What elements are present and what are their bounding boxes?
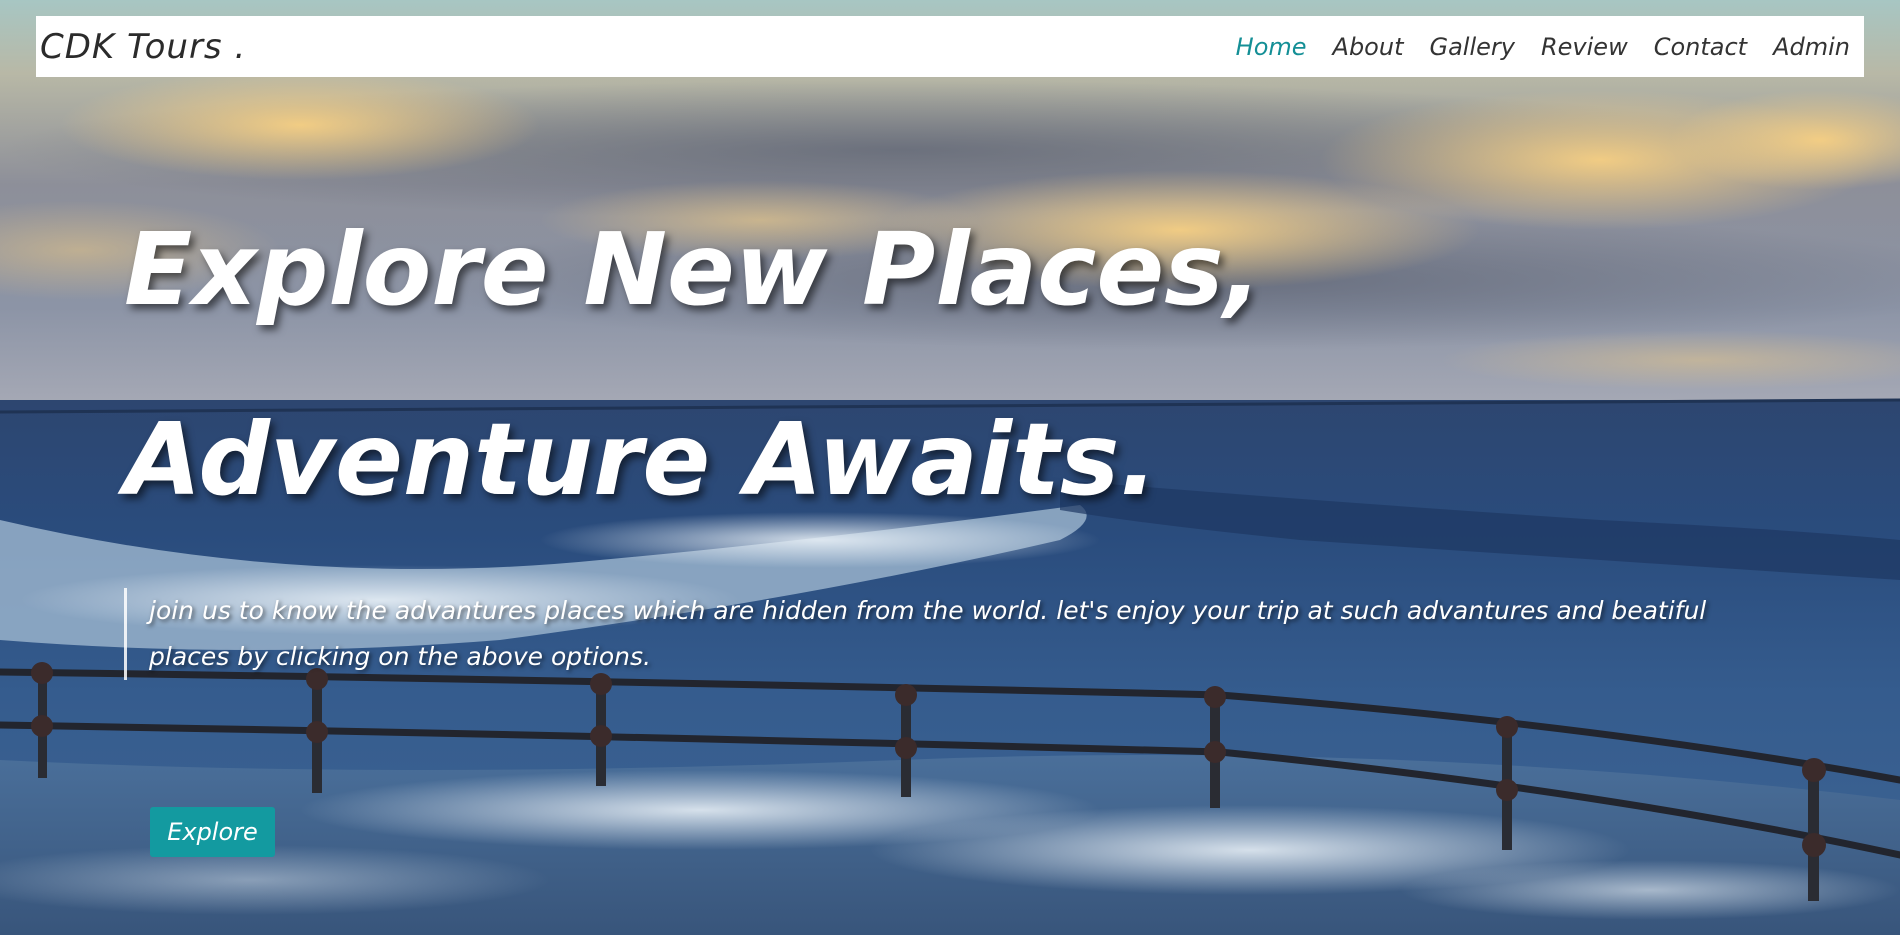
hero-tagline: join us to know the advantures places wh… (124, 588, 1774, 680)
nav-link-about[interactable]: About (1333, 33, 1404, 61)
hero-section: CDK Tours . Home About Gallery Review Co… (0, 0, 1900, 935)
hero-headline-line2: Adventure Awaits. (124, 401, 1158, 518)
nav-link-review[interactable]: Review (1541, 33, 1628, 61)
nav-link-admin[interactable]: Admin (1773, 33, 1850, 61)
hero-headline-line1: Explore New Places, (124, 211, 1262, 328)
explore-button[interactable]: Explore (150, 807, 275, 857)
nav-links: Home About Gallery Review Contact Admin (1236, 33, 1850, 61)
nav-link-gallery[interactable]: Gallery (1430, 33, 1515, 61)
brand-logo[interactable]: CDK Tours . (40, 27, 246, 67)
nav-link-contact[interactable]: Contact (1654, 33, 1747, 61)
top-navbar: CDK Tours . Home About Gallery Review Co… (36, 16, 1864, 77)
nav-link-home[interactable]: Home (1236, 33, 1307, 61)
